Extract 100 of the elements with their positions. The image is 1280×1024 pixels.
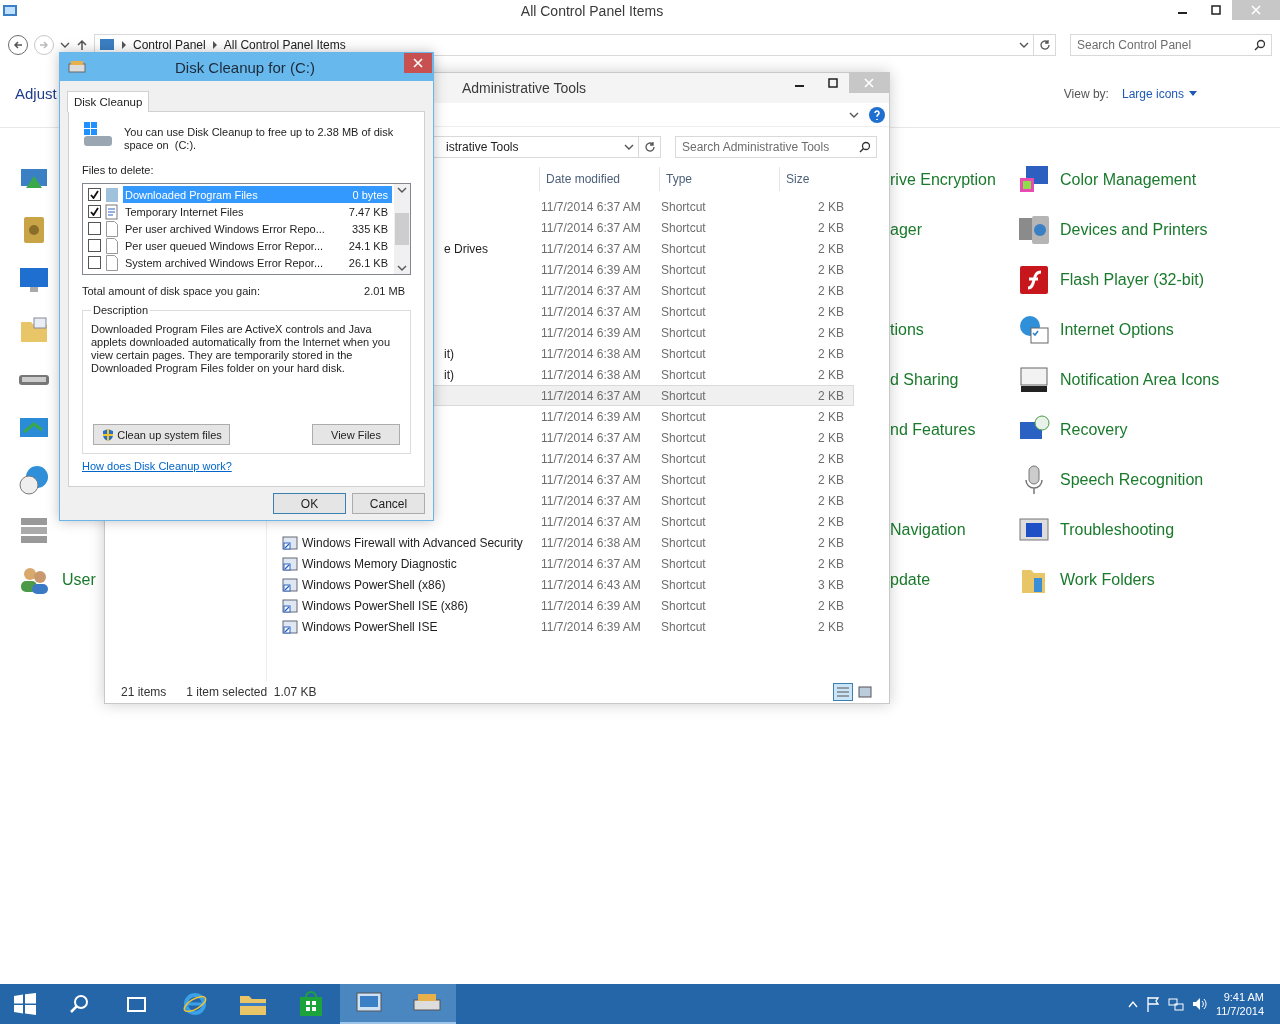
window-title: All Control Panel Items — [519, 3, 665, 19]
applet-link[interactable]: Recovery — [1060, 421, 1128, 439]
volume-icon[interactable] — [1191, 996, 1208, 1012]
scrollbar[interactable] — [394, 184, 410, 274]
applet-link[interactable]: rive Encryption — [890, 171, 996, 188]
refresh-button[interactable] — [1034, 34, 1056, 56]
thumbnail-view-icon[interactable] — [857, 683, 873, 701]
size-cell-text: 2 KB — [817, 346, 845, 361]
file-row[interactable]: Windows Memory Diagnostic 11/7/2014 6:37 AM Shortcut 2 KB — [277, 553, 854, 574]
breadcrumb-item[interactable]: Control Panel — [133, 38, 206, 52]
date-cell-text: 11/7/2014 6:37 AM — [540, 556, 642, 571]
file-row[interactable]: Windows PowerShell ISE 11/7/2014 6:39 AM Shortcut 2 KB — [277, 616, 854, 637]
checkbox[interactable] — [88, 256, 101, 269]
taskbar-app[interactable] — [340, 984, 398, 1024]
up-caret-icon[interactable] — [1127, 1000, 1138, 1008]
column-header[interactable]: Date modified — [539, 167, 659, 191]
globe-clock-icon — [18, 464, 50, 496]
clock-time: 9:41 AM — [1223, 990, 1264, 1004]
applet-link[interactable]: nd Features — [890, 421, 976, 438]
type-cell-text: Shortcut — [660, 535, 707, 550]
description-text: Downloaded Program Files are ActiveX controls and Java applets downloaded automatically from the Internet when you view certain pages. They are temporarily stored in the Downloaded Program Files folder on your hard disk. — [91, 323, 391, 375]
view-by-dropdown[interactable]: Large icons — [1121, 86, 1197, 101]
recent-locations-icon — [60, 41, 70, 49]
size-cell-text: 2 KB — [817, 388, 845, 403]
size-cell-text: 2 KB — [817, 598, 845, 613]
view-files-button[interactable]: View Files — [312, 424, 400, 445]
cancel-button[interactable]: Cancel — [352, 493, 425, 514]
back-button[interactable] — [8, 35, 28, 55]
applet-link[interactable]: d Sharing — [890, 371, 959, 388]
applet-link[interactable]: Devices and Printers — [1060, 221, 1208, 239]
scroll-down-icon — [397, 264, 407, 272]
applet-link[interactable]: Speech Recognition — [1060, 471, 1204, 489]
applet-link[interactable]: Work Folders — [1060, 571, 1155, 589]
group-label: Description — [91, 304, 151, 317]
type-cell-text: Shortcut — [660, 388, 707, 403]
help-link[interactable]: How does Disk Cleanup work? — [82, 460, 232, 472]
browser-e-logo-icon — [182, 991, 208, 1017]
applet-link[interactable]: Notification Area Icons — [1060, 371, 1220, 389]
file-name: it) — [444, 367, 454, 382]
checkbox[interactable] — [88, 222, 101, 235]
type-cell-text: Shortcut — [660, 325, 707, 340]
list-item[interactable]: Downloaded Program Files 0 bytes — [123, 186, 392, 203]
shortcut-icon — [282, 555, 298, 572]
applet-link[interactable]: Internet Options — [1060, 321, 1174, 339]
type-cell-text: Shortcut — [660, 514, 707, 529]
column-header[interactable]: Size — [779, 167, 854, 191]
details-view-icon[interactable] — [833, 683, 853, 701]
list-item[interactable]: System archived Windows Error Repor... 26.1 KB — [123, 254, 392, 271]
date-cell-text: 11/7/2014 6:38 AM — [540, 367, 642, 382]
refresh-button[interactable] — [639, 136, 661, 158]
help-icon[interactable] — [869, 106, 885, 123]
checkbox[interactable] — [88, 188, 101, 201]
file-name: Windows Memory Diagnostic — [302, 556, 457, 571]
applet-link[interactable]: tions — [890, 321, 924, 338]
applet-link[interactable]: User — [62, 571, 96, 589]
refresh-icon — [643, 141, 656, 153]
column-header[interactable]: Type — [659, 167, 779, 191]
taskbar-app[interactable] — [398, 984, 456, 1024]
file-row[interactable]: Windows Firewall with Advanced Security 11/7/2014 6:38 AM Shortcut 2 KB — [277, 532, 854, 553]
size-cell-text: 2 KB — [817, 262, 845, 277]
minimize-icon — [795, 85, 804, 87]
applet-link[interactable]: ager — [890, 221, 923, 238]
file-name: Windows PowerShell ISE — [302, 619, 438, 634]
type-cell-text: Shortcut — [660, 619, 707, 634]
close-button[interactable] — [404, 53, 432, 73]
globe-checklist-icon — [1018, 314, 1050, 346]
clean-up-button[interactable]: Clean up system files — [93, 424, 230, 445]
size-cell-text: 2 KB — [817, 199, 845, 214]
applet-link[interactable]: Flash Player (32-bit) — [1060, 271, 1205, 289]
file-row[interactable]: Windows PowerShell ISE (x86) 11/7/2014 6:39 AM Shortcut 2 KB — [277, 595, 854, 616]
applet-link[interactable]: pdate — [890, 571, 931, 588]
breadcrumb-item[interactable]: All Control Panel Items — [223, 38, 346, 52]
size-cell-text: 2 KB — [817, 472, 845, 487]
control-panel-icon — [355, 991, 383, 1015]
close-icon — [864, 78, 874, 88]
search-field[interactable]: Search Administrative Tools — [675, 136, 877, 158]
ok-button[interactable]: OK — [273, 493, 346, 514]
checkbox[interactable] — [88, 205, 101, 218]
list-item[interactable]: Per user queued Windows Error Repor... 24.1 KB — [123, 237, 392, 254]
size-cell-text: 2 KB — [817, 556, 845, 571]
network-icon[interactable] — [1167, 996, 1184, 1012]
list-item[interactable]: Per user archived Windows Error Repo... 335 KB — [123, 220, 392, 237]
search-field[interactable]: Search Control Panel — [1070, 34, 1272, 56]
flag-icon[interactable] — [1145, 996, 1160, 1012]
applet-link[interactable]: Troubleshooting — [1060, 521, 1175, 539]
breadcrumb-item[interactable]: istrative Tools — [446, 140, 519, 154]
list-item[interactable]: Temporary Internet Files 7.47 KB — [123, 203, 392, 220]
tab[interactable]: Disk Cleanup — [67, 91, 150, 112]
up-arrow-icon[interactable] — [76, 39, 88, 51]
blank-page-icon — [105, 254, 119, 271]
applet-link[interactable]: Color Management — [1060, 171, 1197, 189]
clock[interactable]: 9:41 AM 11/7/2014 — [1215, 990, 1264, 1018]
file-row[interactable]: Windows PowerShell (x86) 11/7/2014 6:43 AM Shortcut 3 KB — [277, 574, 854, 595]
checkbox[interactable] — [88, 239, 101, 252]
disk-cleanup-icon — [68, 60, 86, 74]
applet-link[interactable]: Navigation — [890, 521, 966, 538]
windows-stack-icon — [126, 994, 148, 1014]
size-cell-text: 2 KB — [817, 493, 845, 508]
type-cell-text: Shortcut — [660, 493, 707, 508]
caret-icon — [1189, 91, 1197, 96]
